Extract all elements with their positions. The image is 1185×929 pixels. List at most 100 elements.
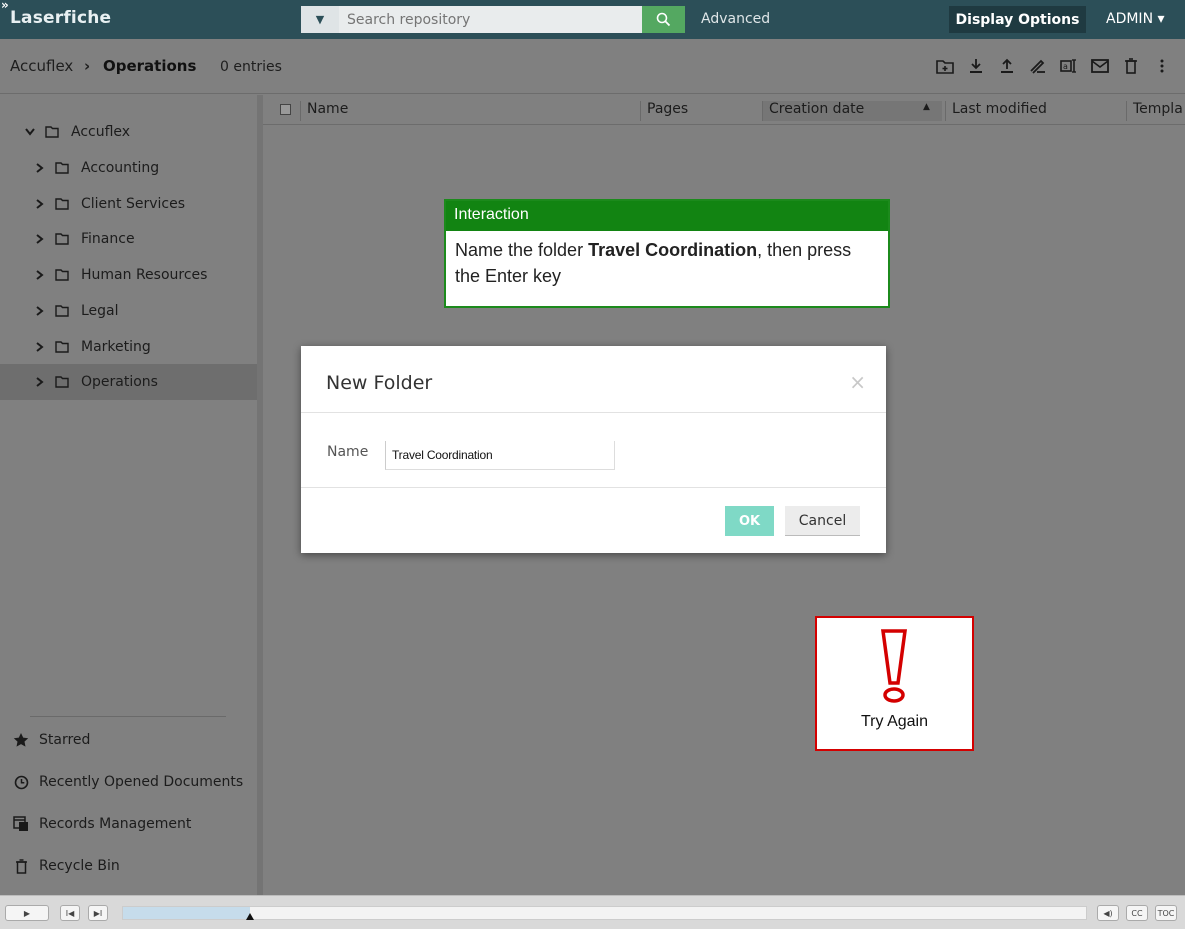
folder-icon [45,126,59,138]
tree-item-legal[interactable]: Legal [0,293,257,329]
tree-item-client-services[interactable]: Client Services [0,186,257,222]
cancel-button[interactable]: Cancel [785,506,860,536]
top-bar: » Laserfiche ▼ Advanced Display Options … [0,0,1185,39]
chevron-right-icon[interactable] [33,234,47,245]
interaction-instruction: Name the folder Travel Coordination, the… [446,231,888,295]
advanced-search-link[interactable]: Advanced [701,11,770,27]
captions-button[interactable]: CC [1126,905,1148,921]
tree-item-label: Operations [81,374,158,391]
instruction-prefix: Name the folder [455,240,589,260]
chevron-right-icon[interactable] [33,306,47,316]
progress-bar[interactable] [122,906,1087,920]
select-all-checkbox[interactable] [280,104,291,115]
chevron-right-icon[interactable] [33,163,47,173]
toolbar: a [934,55,1173,77]
search-button[interactable] [642,6,685,33]
search-input[interactable] [339,6,642,33]
column-creation-date[interactable]: Creation date ▲ [762,101,942,121]
toc-button[interactable]: TOC [1155,905,1177,921]
tree-item-label: Finance [81,231,135,248]
tree-item-label: Accuflex [71,124,131,140]
sidebar-splitter[interactable] [257,95,263,895]
tree-item-human-resources[interactable]: Human Resources [0,257,257,293]
brand-logo: Laserfiche [10,8,112,28]
dialog-title: New Folder [326,372,433,394]
name-label: Name [327,444,369,460]
search-icon [656,12,671,27]
sidebar-divider [30,716,226,717]
chevron-right-icon[interactable] [33,270,47,280]
progress-thumb[interactable] [246,913,255,920]
ok-button[interactable]: OK [725,506,774,536]
next-button[interactable]: ▶I [88,905,108,921]
dialog-divider [301,487,886,488]
clock-icon [12,775,30,790]
entry-count: 0 entries [220,59,282,75]
folder-icon [55,376,69,388]
exclamation-icon [880,629,908,703]
tree-item-finance[interactable]: Finance [0,221,257,257]
dialog-divider [301,412,886,413]
search-bar: ▼ [301,6,685,33]
rename-icon[interactable]: a [1058,55,1080,77]
recycle-label: Recycle Bin [39,858,120,874]
upload-icon[interactable] [996,55,1018,77]
chevron-down-icon[interactable] [23,128,37,136]
edit-icon[interactable] [1027,55,1049,77]
tree-item-marketing[interactable]: Marketing [0,329,257,365]
svg-text:a: a [1063,62,1068,71]
recent-documents-link[interactable]: Recently Opened Documents [12,774,243,790]
sort-ascending-icon: ▲ [923,102,930,112]
delete-icon[interactable] [1120,55,1142,77]
column-last-modified[interactable]: Last modified [945,101,1125,121]
starred-label: Starred [39,732,91,748]
folder-icon [55,269,69,281]
breadcrumb-root[interactable]: Accuflex [10,57,73,75]
recent-label: Recently Opened Documents [39,774,244,790]
interaction-callout: Interaction Name the folder Travel Coord… [444,199,890,308]
user-menu[interactable]: ADMIN ▾ [1106,11,1165,27]
column-pages[interactable]: Pages [640,101,762,121]
folder-icon [55,305,69,317]
email-icon[interactable] [1089,55,1111,77]
chevron-right-icon[interactable] [33,377,47,387]
folder-icon [55,197,69,210]
folder-name-input[interactable] [385,441,615,470]
column-name[interactable]: Name [300,101,640,121]
expand-panel-icon[interactable]: » [1,0,9,12]
search-scope-dropdown[interactable]: ▼ [301,6,339,33]
try-again-label: Try Again [861,713,928,730]
chevron-right-icon[interactable] [33,341,47,352]
starred-link[interactable]: Starred [12,732,90,748]
breadcrumb-current: Operations [103,57,197,75]
instruction-folder-name: Travel Coordination [588,240,758,260]
download-icon[interactable] [965,55,987,77]
tree-item-label: Human Resources [81,267,208,284]
volume-button[interactable]: ◀) [1097,905,1119,921]
breadcrumb-separator: › [84,57,91,75]
folder-icon [55,340,69,353]
progress-fill [123,907,251,919]
recycle-bin-link[interactable]: Recycle Bin [12,858,120,874]
more-icon[interactable] [1151,55,1173,77]
previous-button[interactable]: I◀ [60,905,80,921]
interaction-title: Interaction [446,201,888,231]
player-bar: ▶ I◀ ▶I ◀) CC TOC [0,895,1185,929]
records-management-link[interactable]: Records Management [12,816,191,832]
caret-down-icon: ▼ [315,13,325,26]
breadcrumb-bar: Accuflex › Operations 0 entries a [0,39,1185,94]
tree-item-label: Client Services [81,195,186,212]
new-folder-icon[interactable] [934,55,956,77]
tree-item-accounting[interactable]: Accounting [0,150,257,186]
display-options-button[interactable]: Display Options [949,6,1086,33]
column-template[interactable]: Templa [1126,101,1185,121]
records-icon [12,816,30,832]
tree-item-accuflex[interactable]: Accuflex [0,114,257,150]
records-label: Records Management [39,816,192,832]
close-icon[interactable]: × [849,370,866,394]
tree-item-operations[interactable]: Operations [0,364,257,401]
trash-icon [12,858,30,874]
play-button[interactable]: ▶ [5,905,49,921]
tree-item-label: Accounting [81,160,160,176]
chevron-right-icon[interactable] [33,198,47,209]
